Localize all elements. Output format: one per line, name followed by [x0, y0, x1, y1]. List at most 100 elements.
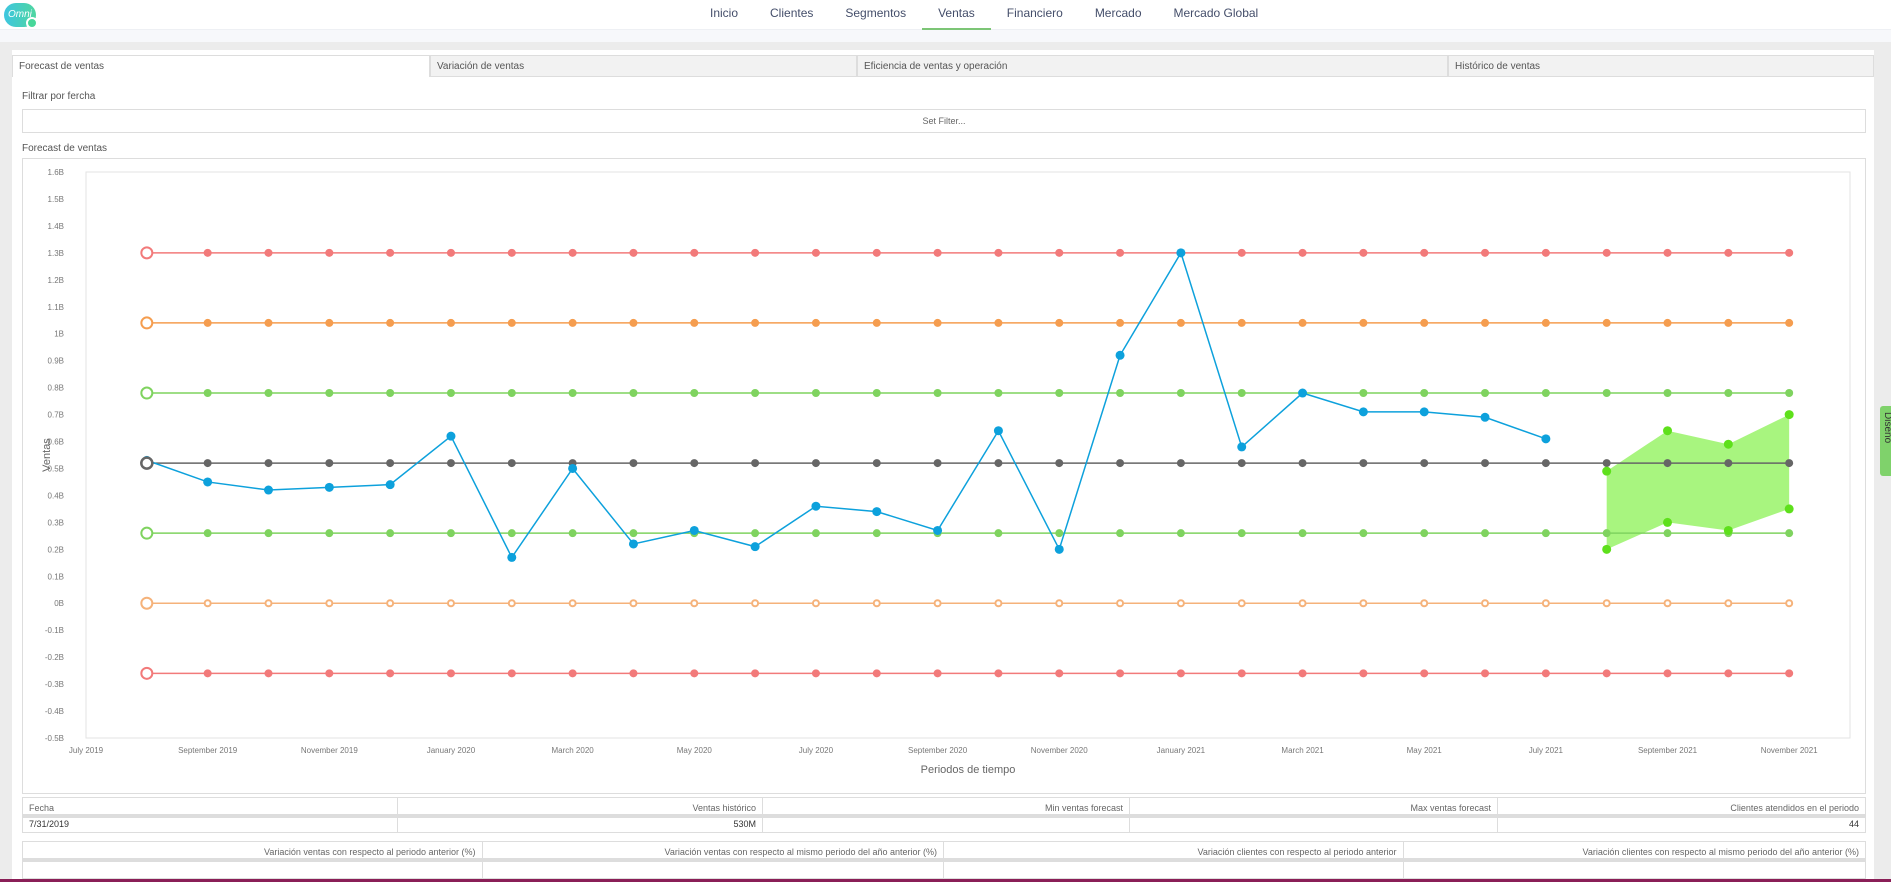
reference-point — [933, 318, 942, 327]
reference-point — [933, 599, 942, 608]
historical-point — [1176, 248, 1186, 258]
cell-max-forecast — [1130, 818, 1497, 832]
reference-point — [994, 318, 1003, 327]
reference-point — [568, 389, 577, 398]
header-var-ventas-anio[interactable]: Variación ventas con respecto al mismo p… — [482, 842, 943, 862]
x-tick-label: November 2020 — [1031, 746, 1088, 755]
header-min-forecast[interactable]: Min ventas forecast — [763, 798, 1129, 818]
historical-point — [1115, 350, 1125, 360]
forecast-chart-svg: 1.6B 1.5B 1.4B 1.3B 1.2B 1.1B 1B 0.9B 0.8B 0.7B 0.… — [41, 168, 1851, 776]
reference-point — [1602, 599, 1611, 608]
reference-point — [1541, 459, 1550, 468]
col-var-clientes-anio: Variación clientes con respecto al mismo… — [1403, 842, 1865, 878]
reference-point — [203, 248, 212, 257]
forecast-min-point — [1602, 544, 1612, 554]
reference-point — [568, 318, 577, 327]
col-var-clientes-periodo: Variación clientes con respecto al perio… — [944, 842, 1404, 878]
reference-point — [1359, 318, 1368, 327]
y-tick-label: 0.9B — [48, 357, 64, 366]
reference-point — [751, 389, 760, 398]
reference-point — [325, 529, 334, 538]
x-tick-label: September 2020 — [908, 746, 968, 755]
reference-point — [203, 459, 212, 468]
reference-point — [1724, 389, 1733, 398]
reference-point — [1724, 248, 1733, 257]
reference-point — [446, 389, 455, 398]
reference-point — [872, 389, 881, 398]
y-tick-label: -0.4B — [45, 707, 64, 716]
header-ventas-historico[interactable]: Ventas histórico — [398, 798, 762, 818]
x-tick-label: March 2021 — [1281, 746, 1324, 755]
plot-area — [85, 171, 1851, 739]
reference-point — [994, 389, 1003, 398]
reference-point — [1602, 529, 1611, 538]
header-fecha[interactable]: Fecha — [23, 798, 397, 818]
reference-point — [1541, 248, 1550, 257]
summary-table: Fecha 7/31/2019 Ventas histórico 530M Min … — [22, 797, 1866, 833]
reference-point — [751, 248, 760, 257]
reference-point — [994, 459, 1003, 468]
forecast-max-point — [1723, 439, 1733, 449]
reference-point — [1176, 459, 1185, 468]
reference-point — [507, 459, 516, 468]
forecast-max-point — [1663, 426, 1673, 436]
historical-point — [568, 463, 578, 473]
reference-point — [1602, 459, 1611, 468]
reference-point — [629, 599, 638, 608]
reference-point — [1176, 529, 1185, 538]
header-clientes[interactable]: Clientes atendidos en el periodo — [1498, 798, 1865, 818]
reference-point — [1420, 248, 1429, 257]
reference-point — [264, 248, 273, 257]
reference-point — [203, 529, 212, 538]
reference-point — [1237, 669, 1246, 678]
x-tick-label: July 2019 — [69, 746, 104, 755]
y-tick-label: 1.3B — [48, 249, 64, 258]
reference-point — [1055, 318, 1064, 327]
reference-point — [446, 318, 455, 327]
historical-point — [1358, 407, 1368, 417]
forecast-min-point — [1663, 517, 1673, 527]
reference-point — [994, 248, 1003, 257]
reference-point — [1663, 669, 1672, 678]
y-tick-label: 0.7B — [48, 411, 64, 420]
header-var-clientes-anio[interactable]: Variación clientes con respecto al mismo… — [1403, 842, 1865, 862]
reference-point — [1176, 389, 1185, 398]
reference-point — [1785, 529, 1794, 538]
col-max-forecast: Max ventas forecast — [1130, 798, 1498, 832]
design-side-tab-label: Diseño — [1882, 412, 1891, 444]
reference-point — [1541, 389, 1550, 398]
reference-point — [1785, 599, 1794, 608]
reference-point — [811, 389, 820, 398]
historical-point — [1237, 442, 1247, 452]
reference-point — [1237, 318, 1246, 327]
y-tick-label: 0.4B — [48, 491, 64, 500]
reference-point — [1055, 529, 1064, 538]
reference-point — [1663, 459, 1672, 468]
reference-point — [1785, 389, 1794, 398]
historical-point — [385, 480, 395, 490]
cell-fecha: 7/31/2019 — [29, 819, 70, 829]
reference-point — [629, 248, 638, 257]
reference-point — [140, 386, 154, 400]
reference-point — [1237, 459, 1246, 468]
cell-ventas-historico: 530M — [733, 819, 756, 829]
header-max-forecast[interactable]: Max ventas forecast — [1130, 798, 1497, 818]
reference-point — [1359, 248, 1368, 257]
reference-point — [994, 529, 1003, 538]
x-tick-label: September 2021 — [1638, 746, 1698, 755]
reference-point — [1176, 599, 1185, 608]
col-fecha: Fecha 7/31/2019 — [23, 798, 398, 832]
header-var-clientes-periodo[interactable]: Variación clientes con respecto al perio… — [944, 842, 1403, 862]
reference-point — [507, 529, 516, 538]
reference-point — [811, 318, 820, 327]
header-var-ventas-periodo[interactable]: Variación ventas con respecto al periodo… — [23, 842, 482, 862]
variation-table: Variación ventas con respecto al periodo… — [22, 841, 1866, 879]
reference-point — [629, 669, 638, 678]
reference-point — [811, 599, 820, 608]
reference-point — [1420, 529, 1429, 538]
historical-point — [263, 485, 273, 495]
historical-point — [1419, 407, 1429, 417]
design-side-tab[interactable]: Diseño — [1880, 406, 1891, 476]
reference-point — [751, 459, 760, 468]
y-tick-label: 0.1B — [48, 572, 64, 581]
